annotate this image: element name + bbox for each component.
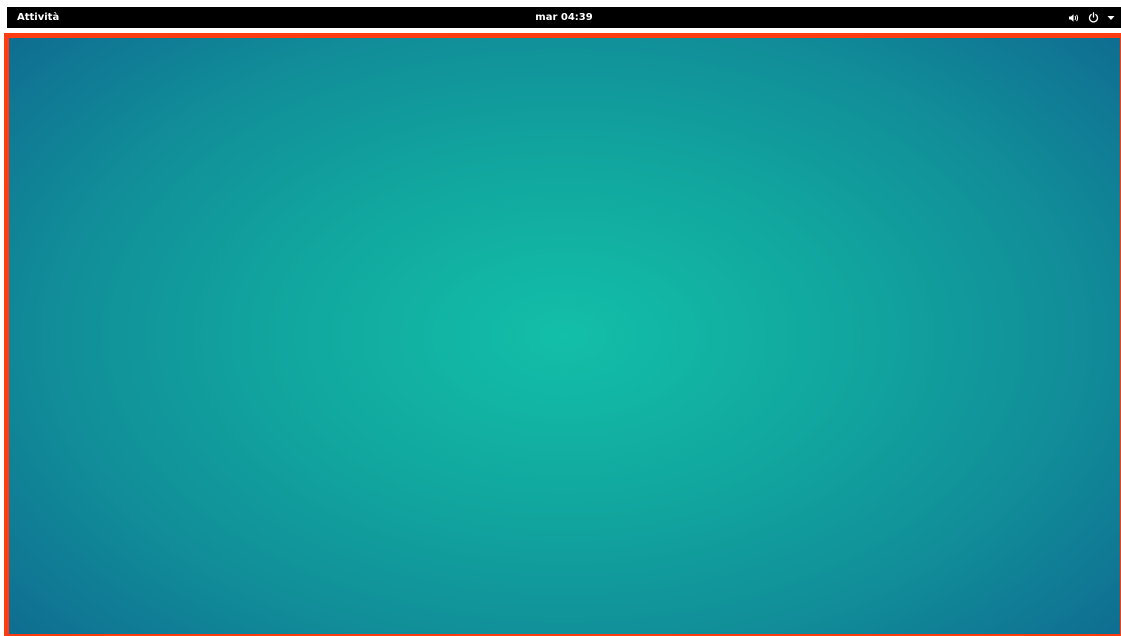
volume-icon xyxy=(1068,13,1080,23)
power-icon xyxy=(1088,12,1099,23)
clock-button[interactable]: mar 04:39 xyxy=(535,12,592,23)
chevron-down-icon xyxy=(1107,15,1115,21)
desktop-background[interactable] xyxy=(4,33,1121,636)
activities-button[interactable]: Attività xyxy=(17,7,59,28)
clock-container: mar 04:39 xyxy=(7,7,1121,28)
top-bar: Attività mar 04:39 xyxy=(7,7,1121,28)
system-menu-button[interactable] xyxy=(1068,7,1115,28)
